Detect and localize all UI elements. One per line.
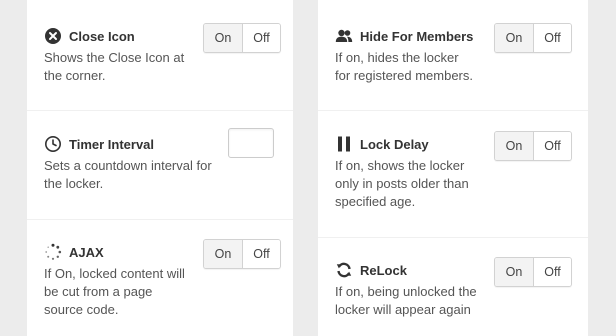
desc-line: If on, hides the locker (335, 50, 459, 65)
lock-delay-option-title: Lock Delay (335, 134, 429, 154)
ajax-toggle-on[interactable]: On (204, 240, 243, 268)
desc-line: Sets a countdown interval for (44, 158, 212, 173)
hide-for-members-label: Hide For Members (360, 28, 474, 44)
users-icon (335, 27, 353, 45)
desc-line: If on, being unlocked the (335, 284, 477, 299)
desc-line: locker will appear again (335, 302, 471, 317)
hide-for-members-toggle-on[interactable]: On (495, 24, 534, 52)
hide-for-members-toggle-off[interactable]: Off (534, 24, 571, 52)
relock-toggle-off[interactable]: Off (534, 258, 571, 286)
desc-line: specified age. (335, 194, 416, 209)
ajax-toggle[interactable]: On Off (203, 239, 281, 269)
lock-delay-description: If on, shows the locker only in posts ol… (335, 157, 469, 211)
hide-for-members-option-title: Hide For Members (335, 26, 473, 46)
close-icon-toggle[interactable]: On Off (203, 23, 281, 53)
divider (318, 237, 588, 238)
timer-interval-option-title: Timer Interval (44, 134, 154, 154)
relock-toggle-on[interactable]: On (495, 258, 534, 286)
lock-delay-toggle[interactable]: On Off (494, 131, 572, 161)
refresh-icon (335, 261, 353, 279)
hide-for-members-description: If on, hides the locker for registered m… (335, 49, 473, 85)
relock-description: If on, being unlocked the locker will ap… (335, 283, 477, 319)
lock-delay-label: Lock Delay (360, 136, 429, 152)
desc-line: for registered members. (335, 68, 473, 83)
relock-label: ReLock (360, 262, 407, 278)
desc-line: the locker. (44, 176, 104, 191)
pause-icon (335, 135, 353, 153)
timer-interval-description: Sets a countdown interval for the locker… (44, 157, 212, 193)
divider (27, 219, 293, 220)
close-icon-description: Shows the Close Icon at the corner. (44, 49, 184, 85)
close-circle-icon (44, 27, 62, 45)
lock-delay-toggle-on[interactable]: On (495, 132, 534, 160)
desc-line: Shows the Close Icon at (44, 50, 185, 65)
ajax-label: AJAX (69, 244, 104, 260)
desc-line: If On, locked content will (44, 266, 185, 281)
desc-line: If on, shows the locker (335, 158, 465, 173)
desc-line: be cut from a page (44, 284, 153, 299)
close-icon-toggle-off[interactable]: Off (243, 24, 280, 52)
relock-option-title: ReLock (335, 260, 407, 280)
desc-line: source code. (44, 302, 119, 317)
close-icon-label: Close Icon (69, 28, 135, 44)
desc-line: the corner. (44, 68, 106, 83)
relock-toggle[interactable]: On Off (494, 257, 572, 287)
left-options-panel: Close Icon Shows the Close Icon at the c… (27, 0, 293, 336)
right-options-panel: Hide For Members If on, hides the locker… (318, 0, 588, 336)
timer-icon (44, 135, 62, 153)
divider (27, 110, 293, 111)
divider (318, 110, 588, 111)
desc-line: only in posts older than (335, 176, 469, 191)
ajax-option-title: AJAX (44, 242, 104, 262)
ajax-description: If On, locked content will be cut from a… (44, 265, 185, 319)
ajax-toggle-off[interactable]: Off (243, 240, 280, 268)
timer-interval-input[interactable] (228, 128, 274, 158)
timer-interval-label: Timer Interval (69, 136, 155, 152)
spinner-icon (44, 243, 62, 261)
hide-for-members-toggle[interactable]: On Off (494, 23, 572, 53)
close-icon-option-title: Close Icon (44, 26, 135, 46)
lock-delay-toggle-off[interactable]: Off (534, 132, 571, 160)
close-icon-toggle-on[interactable]: On (204, 24, 243, 52)
